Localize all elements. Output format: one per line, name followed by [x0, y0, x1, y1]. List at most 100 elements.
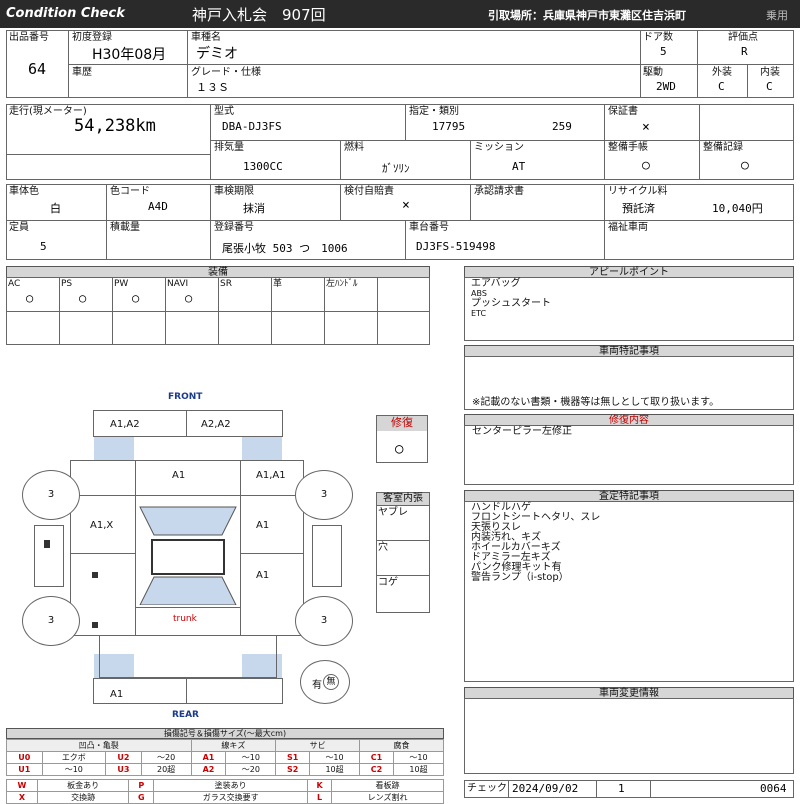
- grade-label: グレード・仕様: [191, 67, 261, 78]
- front-label: FRONT: [168, 392, 203, 402]
- drive-value: 2WD: [656, 80, 676, 93]
- regno-value: 尾張小牧 503 つ 1006: [222, 242, 348, 255]
- rear-panel: [99, 636, 277, 678]
- legend-desc: 〜10: [41, 763, 107, 776]
- legend-code: A2: [190, 763, 227, 776]
- legend-desc: ガラス交換要す: [153, 791, 309, 804]
- legend-code: L: [307, 791, 333, 804]
- legend-desc: 〜20: [225, 763, 277, 776]
- repair-title: 修復: [377, 416, 427, 431]
- equip-pw-label: PW: [114, 279, 129, 289]
- legend-desc: 板金あり: [36, 779, 130, 792]
- type-value: DBA-DJ3FS: [222, 120, 282, 133]
- legend-desc: 塗装あり: [153, 779, 309, 792]
- history-label: 車歴: [72, 67, 92, 78]
- legend-code: S2: [275, 763, 311, 776]
- capacity-label: 定員: [9, 222, 29, 233]
- damage-legend: 損傷記号＆損傷サイズ(〜最大cm) 凹凸・亀裂 線キズ サビ 腐食 U0 エクボ …: [6, 728, 444, 804]
- tire-rear-left: 3: [22, 596, 80, 646]
- model-name-value: デミオ: [196, 46, 238, 62]
- appeal-line: ETC: [471, 309, 487, 318]
- recycle-fee: 10,040円: [712, 202, 763, 215]
- appeal-box: エアバッグ ABS プッシュスタート ETC: [464, 277, 794, 341]
- claim-label: 承認請求書: [474, 186, 524, 197]
- equip-ps-mark: ○: [79, 291, 87, 305]
- legend-desc: 10超: [309, 763, 360, 776]
- front-corner-left: [94, 437, 134, 461]
- legend-desc: 〜10: [393, 751, 444, 764]
- score-label: 評価点: [728, 32, 758, 43]
- inspection-line: 警告ランプ（i-stop）: [471, 572, 569, 583]
- exterior-label: 外装: [712, 67, 732, 78]
- rear-windshield: [139, 576, 237, 605]
- legend-code: W: [6, 779, 38, 792]
- tire-rear-right: 3: [295, 596, 353, 646]
- grade-value: １３Ｓ: [196, 81, 229, 94]
- handle-icon: [44, 540, 50, 548]
- legend-code: C2: [358, 763, 395, 776]
- record-label: 整備記録: [703, 142, 743, 153]
- legend-desc: 看板跡: [331, 779, 444, 792]
- color-code-value: A4D: [148, 200, 168, 213]
- handle-icon: [92, 572, 98, 578]
- cabin-outline: [151, 539, 225, 575]
- body-color-label: 車体色: [9, 186, 39, 197]
- inspection-box: ハンドルハゲ フロントシートヘタリ、スレ 天張りスレ 内装汚れ、キズ ホイールカ…: [464, 501, 794, 682]
- repair-content-text: センターピラー左修正: [472, 426, 572, 437]
- first-reg-value: H30年08月: [92, 47, 167, 63]
- equip-navi-label: NAVI: [167, 279, 189, 289]
- equip-leather-label: 革: [273, 279, 283, 289]
- load-label: 積載量: [110, 222, 140, 233]
- inspection-expiry-value: 抹消: [243, 202, 265, 215]
- chassis-label: 車台番号: [409, 222, 449, 233]
- fender-right-code: A1,A1: [256, 470, 286, 481]
- front-bumper-left-code: A1,A2: [110, 419, 140, 430]
- recycle-status: 預託済: [622, 202, 655, 215]
- check-label: チェック: [467, 783, 507, 794]
- check-date: 2024/09/02: [512, 782, 579, 795]
- legend-code: U3: [105, 763, 142, 776]
- cabin-tear-label: ヤブレ: [378, 507, 408, 518]
- first-reg-label: 初度登録: [72, 32, 112, 43]
- displacement-value: 1300CC: [243, 160, 283, 173]
- doors-label: ドア数: [643, 32, 673, 43]
- exterior-grade: C: [718, 80, 725, 93]
- mileage-value: 54,238km: [74, 116, 156, 136]
- equip-lhd-label: 左ﾊﾝﾄﾞﾙ: [326, 279, 358, 289]
- legend-desc: 〜10: [225, 751, 277, 764]
- equip-navi-mark: ○: [185, 291, 193, 305]
- header-bar: Condition Check 神戸入札会 907回 引取場所：兵庫県神戸市東灘…: [0, 0, 800, 28]
- welfare-label: 福祉車両: [608, 222, 648, 233]
- auction-title: 神戸入札会 907回: [192, 6, 326, 24]
- tire-front-left: 3: [22, 470, 80, 520]
- legend-code: P: [128, 779, 155, 792]
- inspection-expiry-label: 車検期限: [214, 186, 254, 197]
- mission-label: ミッション: [474, 142, 524, 153]
- rear-bumper-code: A1: [110, 689, 124, 700]
- equip-ps-label: PS: [61, 279, 73, 289]
- warranty-value: ×: [642, 120, 650, 135]
- legend-code: K: [307, 779, 333, 792]
- hood-code: A1: [172, 470, 186, 481]
- legend-table-2: W 板金あり P 塗装あり K 看板跡 X 交換跡 G ガラス交換要す L レンズ割れ: [6, 779, 444, 804]
- door-front-right-code: A1: [256, 520, 270, 531]
- handle-icon: [92, 622, 98, 628]
- insurance-value: ×: [402, 198, 410, 213]
- cabin-burn-label: コゲ: [378, 577, 398, 588]
- manual-value: ○: [642, 158, 650, 173]
- door-rear-right-code: A1: [256, 570, 270, 581]
- capacity-value: 5: [40, 240, 47, 253]
- legend-head-rust: サビ: [275, 739, 360, 752]
- appeal-line: プッシュスタート: [471, 298, 551, 309]
- insurance-label: 検付自賠責: [344, 186, 394, 197]
- change-box: [464, 698, 794, 774]
- spare-tire-status: 有: [312, 680, 322, 691]
- chassis-value: DJ3FS-519498: [416, 240, 496, 253]
- legend-desc: 〜10: [309, 751, 360, 764]
- doors-value: 5: [660, 45, 667, 58]
- equip-ac-label: AC: [8, 279, 21, 289]
- trunk-label: trunk: [173, 614, 197, 624]
- tire-front-right: 3: [295, 470, 353, 520]
- type-label: 型式: [214, 106, 234, 117]
- legend-title: 損傷記号＆損傷サイズ(〜最大cm): [6, 728, 444, 739]
